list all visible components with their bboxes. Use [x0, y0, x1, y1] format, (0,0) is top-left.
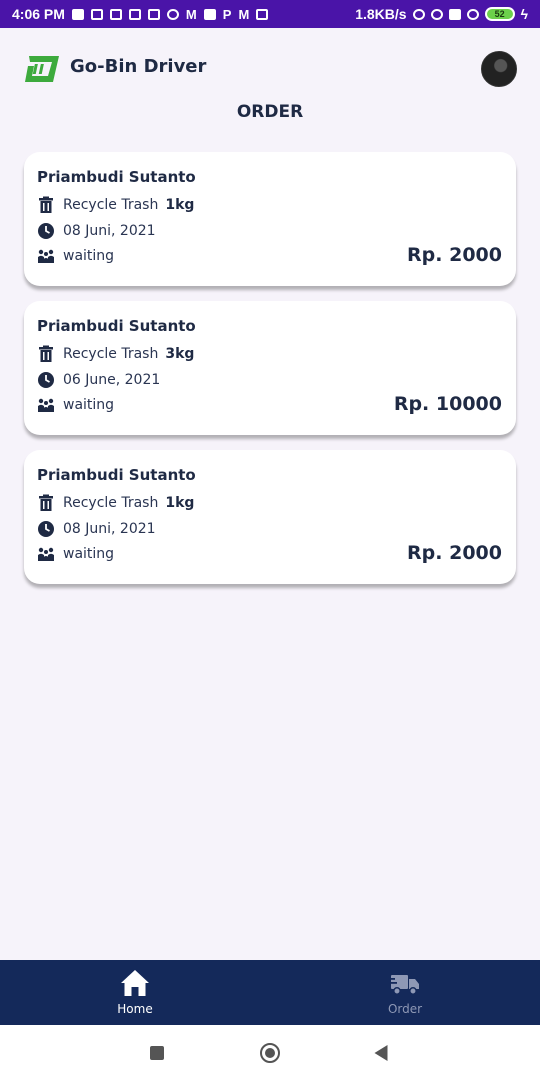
game-icon [109, 8, 122, 20]
home-button[interactable] [260, 1042, 280, 1063]
service-type: Recycle Trash [63, 346, 159, 362]
app-header: Go-Bin Driver ORDER [0, 28, 540, 138]
nav-order-label: Order [387, 1002, 423, 1016]
status-bar: 4:06 PM M P M 1.8KB/s 52 ϟ [0, 0, 540, 28]
app-title: Go-Bin Driver [70, 56, 207, 77]
system-nav-bar [0, 1025, 540, 1080]
gallery-icon [147, 8, 160, 20]
date-row: 08 Juni, 2021 [37, 520, 156, 538]
wifi-icon [466, 8, 479, 20]
service-type: Recycle Trash [63, 197, 159, 213]
order-card[interactable]: Priambudi Sutanto Recycle Trash 3kg 06 J… [24, 301, 516, 435]
trash-row: Recycle Trash 1kg [37, 494, 194, 512]
service-type: Recycle Trash [63, 495, 159, 511]
order-status: waiting [63, 397, 115, 413]
order-price: Rp. 10000 [393, 393, 502, 415]
logo-icon [25, 56, 59, 82]
signal-icon [448, 8, 461, 20]
trash-weight: 1kg [165, 495, 195, 511]
trash-icon [39, 494, 53, 511]
status-row: waiting [37, 247, 114, 265]
p-icon: P [222, 6, 232, 22]
nav-home-label: Home [117, 1002, 153, 1016]
home-icon [121, 970, 149, 996]
trash-notification-icon [256, 8, 269, 20]
mute-icon [412, 8, 425, 20]
order-date: 08 Juni, 2021 [63, 521, 156, 537]
battery-icon: 52 [484, 7, 515, 21]
bottom-nav: Home Order [0, 960, 540, 1025]
customer-name: Priambudi Sutanto [37, 317, 196, 335]
order-status: waiting [63, 546, 115, 562]
trash-row: Recycle Trash 3kg [37, 345, 194, 363]
trash-weight: 1kg [165, 197, 195, 213]
app-icon [203, 8, 216, 20]
order-card[interactable]: Priambudi Sutanto Recycle Trash 1kg 08 J… [24, 152, 516, 286]
status-row: waiting [37, 545, 114, 563]
nav-home[interactable]: Home [0, 960, 270, 1025]
order-date: 06 June, 2021 [63, 372, 161, 388]
alarm-icon [430, 8, 443, 20]
trash-icon [39, 196, 53, 213]
order-price: Rp. 2000 [407, 542, 502, 564]
clock-icon [38, 521, 54, 537]
order-card[interactable]: Priambudi Sutanto Recycle Trash 1kg 08 J… [24, 450, 516, 584]
nav-order[interactable]: Order [270, 960, 540, 1025]
trash-row: Recycle Trash 1kg [37, 196, 194, 214]
people-icon [38, 398, 54, 412]
customer-name: Priambudi Sutanto [37, 168, 196, 186]
truck-icon [389, 975, 419, 995]
order-date: 08 Juni, 2021 [63, 223, 156, 239]
avatar[interactable] [481, 51, 517, 87]
status-time: 4:06 PM [12, 6, 65, 22]
clock-icon [38, 372, 54, 388]
gmail-icon: M [185, 6, 197, 22]
order-list: Priambudi Sutanto Recycle Trash 1kg 08 J… [24, 152, 516, 599]
customer-name: Priambudi Sutanto [37, 466, 196, 484]
order-status: waiting [63, 248, 115, 264]
back-button[interactable] [374, 1044, 388, 1061]
volume-icon [71, 8, 84, 20]
cloud-icon [166, 8, 179, 20]
order-price: Rp. 2000 [407, 244, 502, 266]
people-icon [38, 547, 54, 561]
recents-button[interactable] [150, 1045, 164, 1060]
date-row: 08 Juni, 2021 [37, 222, 156, 240]
status-row: waiting [37, 396, 114, 414]
clock-icon [38, 223, 54, 239]
trash-weight: 3kg [165, 346, 195, 362]
trash-icon [39, 345, 53, 362]
gmail-icon-2: M [238, 6, 250, 22]
car-icon [128, 8, 141, 20]
date-row: 06 June, 2021 [37, 371, 160, 389]
page-title: ORDER [236, 102, 304, 122]
people-icon [38, 249, 54, 263]
charging-icon: ϟ [520, 6, 528, 22]
message-icon [90, 8, 103, 20]
network-speed: 1.8KB/s [355, 6, 407, 22]
